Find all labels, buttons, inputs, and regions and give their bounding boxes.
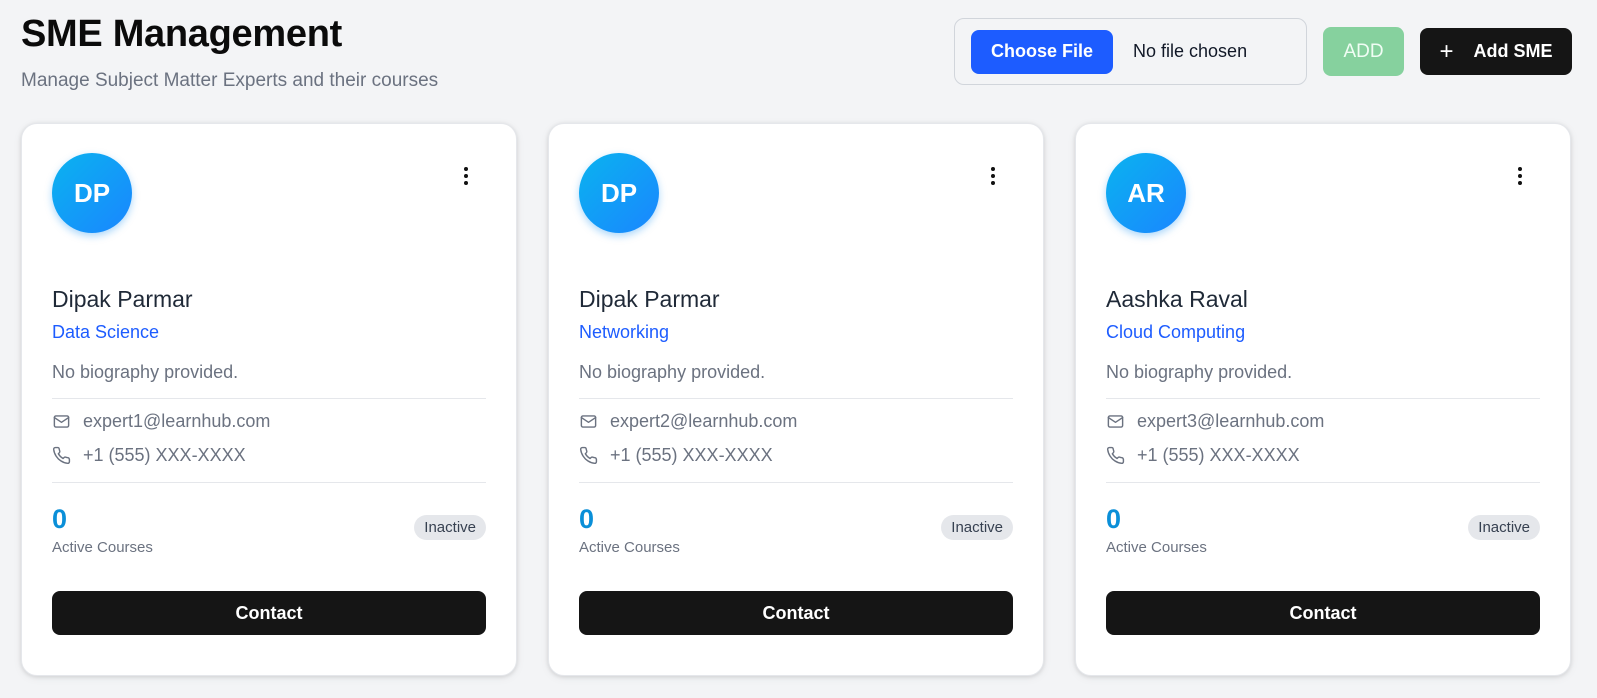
file-input[interactable]: Choose File No file chosen — [954, 18, 1307, 85]
mail-icon — [1107, 415, 1124, 428]
more-options-icon[interactable] — [981, 164, 1005, 188]
phone-row: +1 (555) XXX-XXXX — [1106, 445, 1300, 466]
sme-management-page: SME Management Manage Subject Matter Exp… — [0, 0, 1597, 698]
divider — [579, 482, 1013, 483]
divider — [52, 398, 486, 399]
contact-button[interactable]: Contact — [1106, 591, 1540, 635]
page-subtitle: Manage Subject Matter Experts and their … — [21, 70, 439, 91]
sme-card-list: DP Dipak Parmar Data Science No biograph… — [21, 123, 1571, 676]
sme-name: Aashka Raval — [1106, 286, 1248, 312]
sme-specialty: Cloud Computing — [1106, 322, 1246, 342]
contact-button[interactable]: Contact — [52, 591, 486, 635]
add-sme-label: Add SME — [1473, 41, 1553, 61]
status-badge: Inactive — [941, 515, 1013, 540]
divider — [1106, 482, 1540, 483]
avatar: DP — [52, 153, 132, 233]
sme-card: DP Dipak Parmar Networking No biography … — [548, 123, 1044, 676]
phone-icon — [1106, 446, 1125, 465]
status-badge: Inactive — [1468, 515, 1540, 540]
active-course-label: Active Courses — [52, 539, 153, 556]
email-text: expert2@learnhub.com — [610, 411, 798, 431]
email-text: expert3@learnhub.com — [1137, 411, 1325, 431]
email-row: expert3@learnhub.com — [1106, 411, 1324, 432]
mail-icon — [53, 415, 70, 428]
choose-file-button[interactable]: Choose File — [971, 29, 1114, 74]
sme-name: Dipak Parmar — [52, 286, 193, 312]
avatar: DP — [579, 153, 659, 233]
active-course-count: 0 — [52, 504, 68, 534]
divider — [579, 398, 1013, 399]
active-course-count: 0 — [579, 504, 595, 534]
more-options-icon[interactable] — [1508, 164, 1532, 188]
contact-button[interactable]: Contact — [579, 591, 1013, 635]
phone-text: +1 (555) XXX-XXXX — [1137, 445, 1300, 465]
more-options-icon[interactable] — [454, 164, 478, 188]
sme-bio: No biography provided. — [579, 362, 766, 382]
mail-icon — [580, 415, 597, 428]
avatar: AR — [1106, 153, 1186, 233]
status-badge: Inactive — [414, 515, 486, 540]
sme-card: AR Aashka Raval Cloud Computing No biogr… — [1075, 123, 1571, 676]
active-course-label: Active Courses — [1106, 539, 1207, 556]
phone-text: +1 (555) XXX-XXXX — [83, 445, 246, 465]
sme-bio: No biography provided. — [1106, 362, 1293, 382]
add-button[interactable]: ADD — [1323, 27, 1404, 76]
header-actions: Choose File No file chosen ADD + Add SME — [954, 18, 1572, 85]
active-course-count: 0 — [1106, 504, 1122, 534]
phone-row: +1 (555) XXX-XXXX — [579, 445, 773, 466]
email-row: expert2@learnhub.com — [579, 411, 797, 432]
phone-icon — [579, 446, 598, 465]
sme-specialty: Data Science — [52, 322, 160, 342]
sme-specialty: Networking — [579, 322, 670, 342]
divider — [52, 482, 486, 483]
phone-row: +1 (555) XXX-XXXX — [52, 445, 246, 466]
phone-text: +1 (555) XXX-XXXX — [610, 445, 773, 465]
phone-icon — [52, 446, 71, 465]
sme-bio: No biography provided. — [52, 362, 239, 382]
add-sme-button[interactable]: + Add SME — [1420, 28, 1572, 75]
email-row: expert1@learnhub.com — [52, 411, 270, 432]
sme-card: DP Dipak Parmar Data Science No biograph… — [21, 123, 517, 676]
active-course-label: Active Courses — [579, 539, 680, 556]
page-header: SME Management Manage Subject Matter Exp… — [21, 12, 438, 92]
plus-icon: + — [1439, 37, 1454, 65]
email-text: expert1@learnhub.com — [83, 411, 271, 431]
page-title: SME Management — [21, 13, 342, 55]
divider — [1106, 398, 1540, 399]
file-status-text: No file chosen — [1133, 41, 1248, 61]
sme-name: Dipak Parmar — [579, 286, 720, 312]
